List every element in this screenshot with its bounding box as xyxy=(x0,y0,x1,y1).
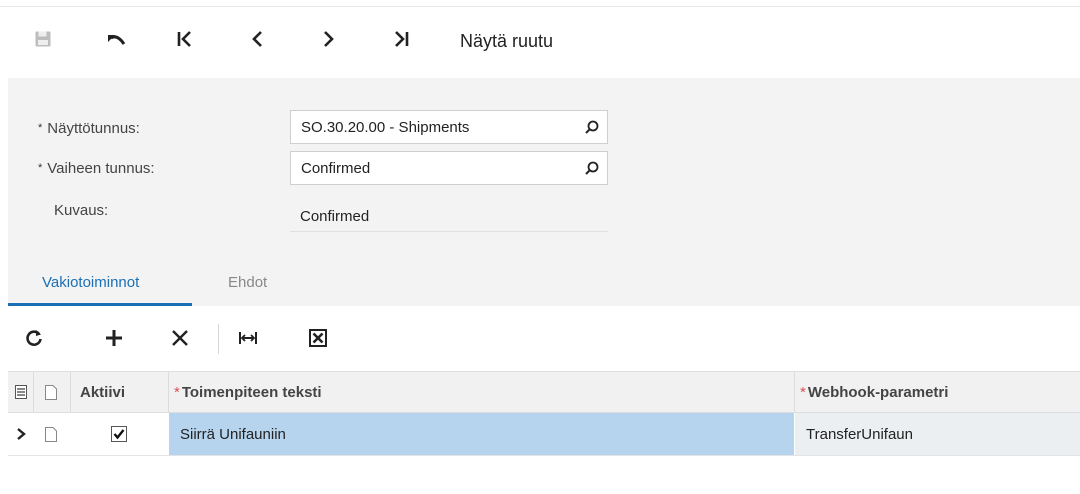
delete-row-button[interactable] xyxy=(166,324,194,352)
table-row[interactable]: Siirrä Unifauniin TransferUnifaun xyxy=(8,413,1080,456)
refresh-button[interactable] xyxy=(20,324,48,352)
actions-grid: Aktiivi * Toimenpiteen teksti * Webhook-pa… xyxy=(8,371,1080,456)
step-id-value: Confirmed xyxy=(301,159,371,177)
description-label: Kuvaus: xyxy=(54,202,109,219)
search-icon xyxy=(585,120,599,134)
previous-record-icon xyxy=(252,31,262,47)
refresh-icon xyxy=(26,330,42,346)
required-mark: * xyxy=(38,122,43,134)
screen-id-label: * Näyttötunnus: xyxy=(38,120,140,137)
page-title: Näytä ruutu xyxy=(460,31,554,51)
undo-button[interactable] xyxy=(103,25,129,53)
main-toolbar: Näytä ruutu xyxy=(0,6,1080,76)
checkmark-icon xyxy=(113,429,125,440)
toolbar-separator xyxy=(218,324,219,354)
save-icon xyxy=(35,31,51,47)
column-header-toimenpiteen-teksti[interactable]: * Toimenpiteen teksti xyxy=(174,372,322,412)
delete-icon xyxy=(172,330,188,346)
active-cell xyxy=(70,413,168,455)
column-config-icon xyxy=(15,385,27,399)
export-excel-icon xyxy=(309,329,327,347)
tab-bar: Vakiotoiminnot Ehdot xyxy=(8,264,1080,306)
screen-id-field[interactable]: SO.30.20.00 - Shipments xyxy=(290,110,608,144)
column-header-webhook-parametri[interactable]: * Webhook-parametri xyxy=(800,372,948,412)
next-record-icon xyxy=(324,31,334,47)
undo-icon xyxy=(108,35,126,45)
add-icon xyxy=(106,330,122,346)
add-row-button[interactable] xyxy=(100,324,128,352)
last-record-button[interactable] xyxy=(388,25,414,53)
file-icon xyxy=(45,426,57,442)
grid-header: Aktiivi * Toimenpiteen teksti * Webhook-pa… xyxy=(8,371,1080,413)
action-text-value: Siirrä Unifauniin xyxy=(180,425,286,443)
description-value: Confirmed xyxy=(290,202,608,232)
tab-vakiotoiminnot[interactable]: Vakiotoiminnot xyxy=(42,274,139,291)
chevron-right-icon xyxy=(17,428,26,440)
step-id-field[interactable]: Confirmed xyxy=(290,151,608,185)
screen-id-value: SO.30.20.00 - Shipments xyxy=(301,118,470,136)
step-id-label: * Vaiheen tunnus: xyxy=(38,160,155,177)
lookup-button[interactable] xyxy=(577,119,607,135)
fit-columns-button[interactable] xyxy=(234,324,262,352)
column-header-aktiivi[interactable]: Aktiivi xyxy=(80,372,125,412)
active-checkbox[interactable] xyxy=(111,426,127,442)
required-mark: * xyxy=(38,162,43,174)
last-record-icon xyxy=(395,31,409,47)
action-text-cell[interactable]: Siirrä Unifauniin xyxy=(169,413,794,455)
files-header xyxy=(34,372,68,412)
search-icon xyxy=(585,161,599,175)
first-record-button[interactable] xyxy=(172,25,198,53)
row-files-cell[interactable] xyxy=(34,413,68,455)
header-form: * Näyttötunnus: SO.30.20.00 - Shipments *… xyxy=(8,78,1080,306)
webhook-param-value: TransferUnifaun xyxy=(806,425,913,443)
previous-record-button[interactable] xyxy=(244,25,270,53)
webhook-param-cell[interactable]: TransferUnifaun xyxy=(795,413,1080,455)
tab-ehdot[interactable]: Ehdot xyxy=(228,274,267,291)
lookup-button[interactable] xyxy=(577,160,607,176)
row-current-indicator[interactable] xyxy=(10,413,32,455)
fit-columns-icon xyxy=(239,332,257,344)
next-record-button[interactable] xyxy=(316,25,342,53)
grid-toolbar xyxy=(8,306,1080,370)
save-button[interactable] xyxy=(30,25,56,53)
file-icon xyxy=(45,384,57,400)
first-record-icon xyxy=(177,31,191,47)
row-selector-header[interactable] xyxy=(10,372,32,412)
export-excel-button[interactable] xyxy=(304,324,332,352)
